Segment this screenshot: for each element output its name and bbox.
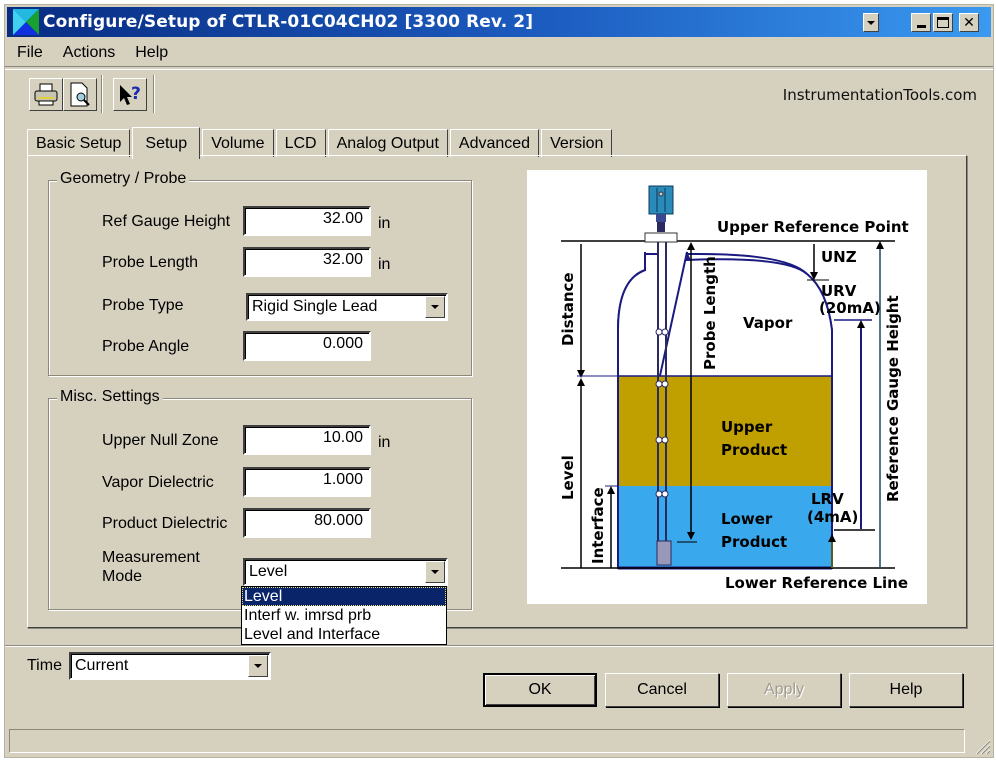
close-button[interactable]: ✕ [959, 13, 979, 32]
toolbar: ? InstrumentationTools.com [5, 69, 993, 115]
upper-null-zone-input[interactable]: 10.00 [243, 425, 371, 455]
printer-icon [34, 83, 58, 105]
panel-bottom-separator [5, 645, 993, 647]
ref-gauge-height-input[interactable]: 32.00 [243, 206, 371, 236]
measurement-mode-option[interactable]: Interf w. imrsd prb [242, 606, 446, 625]
distance-label: Distance [559, 272, 577, 346]
probe-length-label: Probe Length [701, 256, 719, 370]
title-bar[interactable]: Configure/Setup of CTLR-01C04CH02 [3300 … [7, 7, 991, 37]
tab-advanced[interactable]: Advanced [449, 129, 540, 157]
chevron-down-icon [867, 20, 875, 25]
status-bar [9, 729, 965, 753]
brand-watermark: InstrumentationTools.com [782, 86, 977, 104]
ok-button[interactable]: OK [483, 673, 597, 707]
measurement-mode-options-list: Level Interf w. imrsd prb Level and Inte… [241, 586, 447, 645]
vapor-dielectric-input[interactable]: 1.000 [243, 467, 371, 497]
chevron-down-icon [431, 305, 439, 309]
probe-length-label: Probe Length [102, 254, 199, 271]
probe-type-select[interactable]: Rigid Single Lead [246, 293, 448, 321]
tab-volume[interactable]: Volume [202, 129, 274, 157]
time-dropdown-button[interactable] [248, 655, 268, 677]
vapor-label: Vapor [743, 314, 793, 332]
probe-type-dropdown-button[interactable] [425, 296, 445, 318]
print-button[interactable] [29, 78, 63, 111]
measurement-mode-option[interactable]: Level and Interface [242, 625, 446, 644]
measurement-mode-label-line1: Measurement [102, 549, 200, 566]
ref-gauge-height-unit: in [378, 215, 391, 232]
menu-help[interactable]: Help [125, 44, 178, 62]
lower-reference-line-label: Lower Reference Line [725, 574, 908, 592]
reference-gauge-height-label: Reference Gauge Height [884, 295, 902, 502]
maximize-icon [937, 17, 949, 28]
measurement-mode-option[interactable]: Level [242, 587, 446, 606]
time-label: Time [27, 657, 62, 674]
product-dielectric-label: Product Dielectric [102, 515, 228, 532]
chevron-down-icon [254, 664, 262, 668]
tab-strip: Basic Setup Setup Volume LCD Analog Outp… [27, 125, 614, 159]
upper-product-label-1: Upper [721, 418, 773, 436]
transmitter-icon [648, 185, 674, 215]
urv-ma-label: (20mA) [819, 299, 881, 317]
tab-basic-setup[interactable]: Basic Setup [27, 129, 131, 157]
vapor-dielectric-label: Vapor Dielectric [102, 474, 214, 491]
time-select[interactable]: Current [69, 652, 271, 680]
menu-bar: File Actions Help [5, 39, 993, 67]
probe-length-unit: in [378, 256, 391, 273]
urv-label: URV [821, 282, 857, 300]
context-help-button[interactable]: ? [113, 78, 147, 111]
probe-angle-label: Probe Angle [102, 338, 190, 355]
maximize-button[interactable] [933, 13, 953, 32]
level-label: Level [559, 455, 577, 500]
tab-analog-output[interactable]: Analog Output [327, 129, 448, 157]
menu-file[interactable]: File [5, 44, 53, 62]
svg-text:?: ? [131, 84, 141, 104]
minimize-icon [916, 25, 926, 28]
measurement-mode-dropdown-button[interactable] [425, 561, 445, 583]
upper-null-zone-unit: in [378, 434, 391, 451]
apply-button[interactable]: Apply [727, 673, 841, 707]
group-title: Geometry / Probe [57, 170, 190, 188]
tab-lcd[interactable]: LCD [275, 129, 326, 157]
system-menu-dropdown-button[interactable] [863, 13, 879, 32]
upper-product-label-2: Product [721, 441, 787, 459]
tab-version[interactable]: Version [541, 129, 613, 157]
toolbar-separator [101, 75, 103, 113]
probe-end-weight [656, 540, 672, 566]
probe-type-label: Probe Type [102, 297, 184, 314]
product-dielectric-input[interactable]: 80.000 [243, 508, 371, 538]
print-preview-button[interactable] [63, 78, 97, 111]
app-icon [13, 9, 39, 35]
print-preview-icon [70, 82, 90, 106]
menu-actions[interactable]: Actions [53, 44, 125, 62]
measurement-mode-value: Level [249, 563, 288, 580]
flange [644, 232, 678, 243]
chevron-down-icon [431, 570, 439, 574]
measurement-mode-label-line2: Mode [102, 568, 143, 585]
close-icon: ✕ [963, 14, 975, 31]
minimize-button[interactable] [911, 13, 931, 32]
lower-product-label-2: Product [721, 533, 787, 551]
ref-gauge-height-label: Ref Gauge Height [102, 213, 231, 230]
probe-angle-input[interactable]: 0.000 [243, 331, 371, 361]
lrv-ma-label: (4mA) [807, 508, 858, 526]
probe-length-input[interactable]: 32.00 [243, 247, 371, 277]
upper-reference-point-label: Upper Reference Point [717, 218, 909, 236]
interface-label: Interface [589, 487, 607, 564]
time-value: Current [75, 657, 129, 674]
cancel-button[interactable]: Cancel [605, 673, 719, 707]
tab-setup[interactable]: Setup [132, 127, 201, 159]
toolbar-separator [153, 75, 155, 113]
lrv-label: LRV [811, 490, 844, 508]
tank-diagram: Upper Reference Point Probe Length Dista… [527, 170, 927, 604]
resize-grip-icon[interactable] [973, 737, 991, 755]
help-button[interactable]: Help [849, 673, 963, 707]
upper-null-zone-label: Upper Null Zone [102, 432, 219, 449]
unz-label: UNZ [821, 248, 857, 266]
measurement-mode-select[interactable]: Level [243, 558, 448, 586]
group-title: Misc. Settings [57, 388, 163, 406]
context-help-icon: ? [120, 84, 141, 105]
window-title: Configure/Setup of CTLR-01C04CH02 [3300 … [43, 12, 534, 32]
lower-product-label-1: Lower [721, 510, 773, 528]
probe-type-value: Rigid Single Lead [252, 298, 378, 315]
